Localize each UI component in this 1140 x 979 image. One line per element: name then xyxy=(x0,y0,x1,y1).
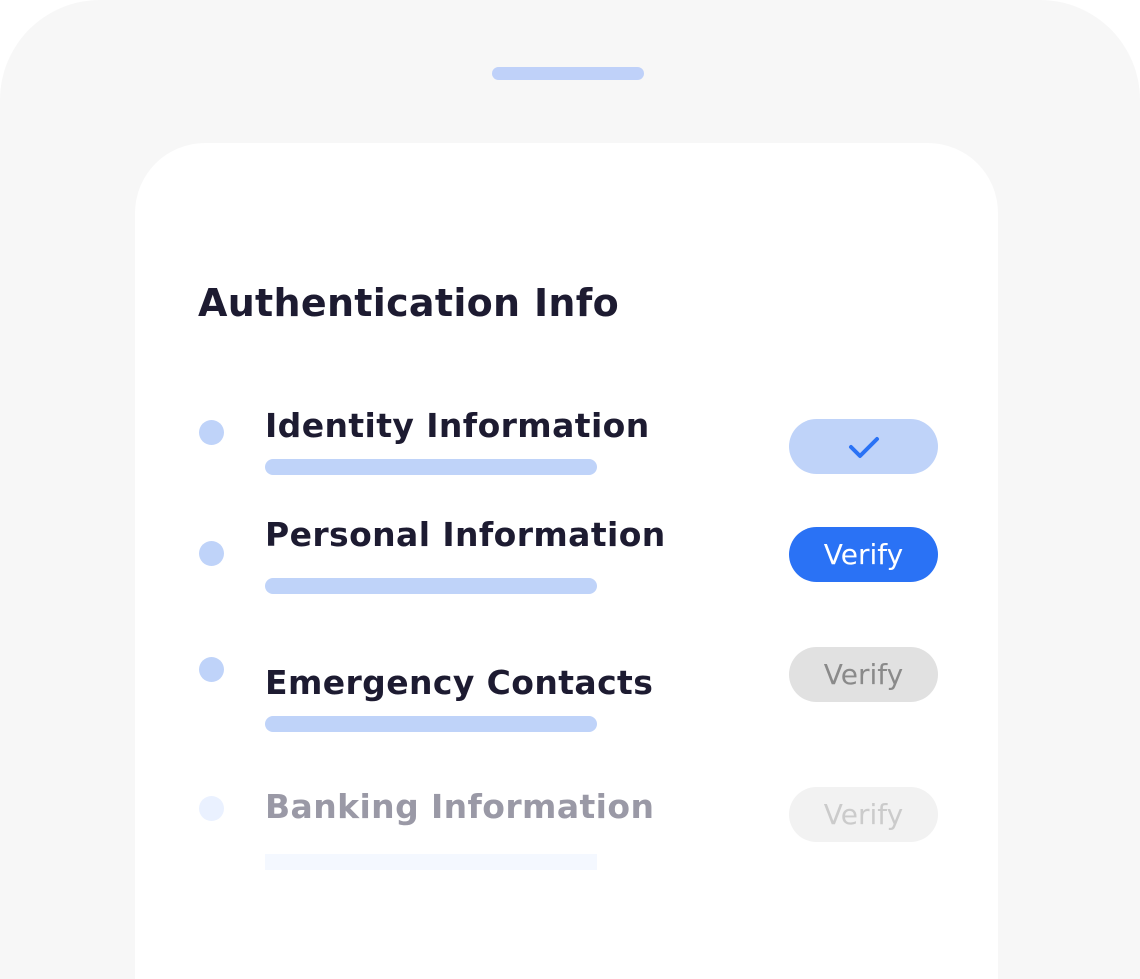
speaker-notch xyxy=(492,67,644,80)
page-title: Authentication Info xyxy=(198,281,619,325)
auth-item-label: Personal Information xyxy=(265,515,666,554)
auth-item-label: Emergency Contacts xyxy=(265,663,654,702)
step-indicator-dot xyxy=(199,541,224,566)
verify-button[interactable]: Verify xyxy=(789,787,938,842)
progress-bar xyxy=(265,459,597,475)
auth-item-label: Identity Information xyxy=(265,406,650,445)
progress-bar xyxy=(265,716,597,732)
step-indicator-dot xyxy=(199,657,224,682)
device-frame: Authentication Info Identity Information… xyxy=(0,0,1140,979)
verify-button[interactable]: Verify xyxy=(789,527,938,582)
checkmark-icon xyxy=(848,436,879,458)
authentication-screen: Authentication Info Identity Information… xyxy=(135,143,998,979)
verify-button[interactable]: Verify xyxy=(789,647,938,702)
progress-bar xyxy=(265,854,597,870)
completed-button[interactable] xyxy=(789,419,938,474)
progress-bar xyxy=(265,578,597,594)
auth-item-label: Banking Information xyxy=(265,787,655,826)
step-indicator-dot xyxy=(199,796,224,821)
step-indicator-dot xyxy=(199,420,224,445)
